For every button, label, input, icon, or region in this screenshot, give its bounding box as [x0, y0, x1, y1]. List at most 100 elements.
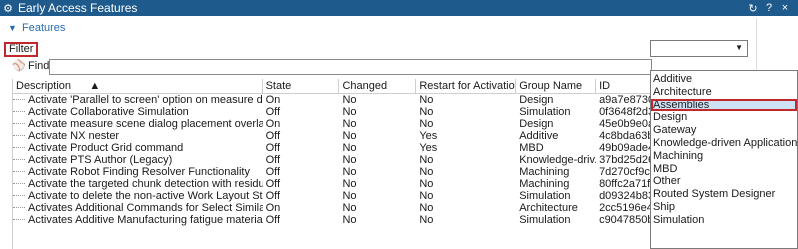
filter-label: Filter: [4, 42, 39, 57]
group-dropdown-list: Additive Architecture Assemblies Design …: [650, 70, 798, 249]
cell-text: Activates Additional Commands for Select…: [28, 202, 263, 214]
cell-state: Off: [265, 166, 281, 178]
cell-changed: No: [342, 202, 357, 214]
cell-group: MBD: [519, 142, 544, 154]
cell-description: Activates Additional Commands for Select…: [13, 202, 263, 214]
dropdown-option[interactable]: Gateway: [651, 124, 797, 137]
binoculars-icon: ⚾: [12, 60, 26, 72]
cell-description: Activate NX nester: [13, 130, 263, 142]
window-controls: ↻ ? ×: [748, 2, 790, 15]
cell-text: Activate the targeted chunk detection wi…: [28, 178, 263, 190]
table-row[interactable]: Activates Additive Manufacturing fatigue…: [13, 214, 652, 226]
table-row[interactable]: Activate Product Grid command Off No Yes MBD…: [13, 142, 652, 154]
cell-restart: No: [419, 190, 434, 202]
column-header-state[interactable]: State: [263, 79, 340, 93]
table-row[interactable]: Activates Additional Commands for Select…: [13, 202, 652, 214]
cell-restart: No: [419, 178, 434, 190]
table-row[interactable]: Activate 'Parallel to screen' option on …: [13, 94, 652, 106]
cell-changed: No: [342, 106, 357, 118]
column-header-group[interactable]: Group Name: [516, 79, 597, 93]
cell-state: Off: [265, 142, 281, 154]
cell-group: Machining: [519, 178, 570, 190]
table-header: Description ▲ State Changed Restart for …: [13, 79, 652, 94]
cell-state: Off: [265, 106, 281, 118]
cell-id: 37bd25d268: [599, 154, 652, 166]
features-table: Description ▲ State Changed Restart for …: [12, 79, 652, 249]
cell-id: c9047850b932: [599, 214, 652, 226]
cell-text: Activate Robot Finding Resolver Function…: [28, 166, 250, 178]
cell-group: Design: [519, 118, 554, 130]
cell-restart: No: [419, 94, 434, 106]
cell-description: Activate measure scene dialog placement …: [13, 118, 263, 130]
cell-state: On: [265, 202, 281, 214]
column-header-id[interactable]: ID: [596, 79, 652, 93]
table-row[interactable]: Activate the targeted chunk detection wi…: [13, 178, 652, 190]
tree-connector: [13, 94, 25, 100]
tree-connector: [13, 166, 25, 172]
dropdown-option[interactable]: Architecture: [651, 86, 797, 99]
tree-connector: [13, 190, 25, 196]
dropdown-option[interactable]: Knowledge-driven Applications: [651, 137, 797, 150]
cell-restart: Yes: [419, 130, 438, 142]
cell-changed: No: [342, 154, 357, 166]
table-row[interactable]: Activate PTS Author (Legacy) Off No No Knowl…: [13, 154, 652, 166]
dropdown-option[interactable]: Machining: [651, 150, 797, 163]
table-row[interactable]: Activate NX nester Off No Yes Additive 4c8bda…: [13, 130, 652, 142]
cell-group: Design: [519, 94, 554, 106]
group-filter-select[interactable]: ▼: [650, 40, 748, 57]
dropdown-option[interactable]: Routed System Designer: [651, 188, 797, 201]
dropdown-option[interactable]: Other: [651, 175, 797, 188]
table-row[interactable]: Activate to delete the non-active Work L…: [13, 190, 652, 202]
tree-connector: [13, 154, 25, 160]
cell-id: 45e0b9e0a65: [599, 118, 652, 130]
cell-text: Activate 'Parallel to screen' option on …: [28, 94, 263, 106]
table-body: Activate 'Parallel to screen' option on …: [13, 94, 652, 226]
cell-text: Activate Product Grid command: [28, 142, 184, 154]
cell-text: Activate NX nester: [28, 130, 120, 142]
tree-connector: [13, 130, 25, 136]
dropdown-option[interactable]: MBD: [651, 163, 797, 176]
cell-changed: No: [342, 214, 357, 226]
help-icon[interactable]: ?: [764, 2, 774, 15]
gear-icon: ⚙: [3, 2, 13, 15]
title-bar: ⚙ Early Access Features ↻ ? ×: [0, 0, 798, 16]
cell-text: Activate to delete the non-active Work L…: [28, 190, 263, 202]
cell-group: Machining: [519, 166, 570, 178]
cell-changed: No: [342, 178, 357, 190]
features-section-header[interactable]: ▼ Features: [0, 17, 798, 39]
table-row[interactable]: Activate measure scene dialog placement …: [13, 118, 652, 130]
cell-id: 49b09ade4d6: [599, 142, 652, 154]
column-header-description[interactable]: Description ▲: [13, 79, 263, 93]
cell-changed: No: [342, 130, 357, 142]
dropdown-option[interactable]: Design: [651, 111, 797, 124]
dropdown-option[interactable]: Simulation: [651, 214, 797, 227]
tree-connector: [13, 118, 25, 124]
table-row[interactable]: Activate Collaborative Simulation Off No No…: [13, 106, 652, 118]
cell-changed: No: [342, 94, 357, 106]
tree-connector: [13, 202, 25, 208]
dropdown-option-selected[interactable]: Assemblies: [651, 98, 797, 112]
dropdown-option[interactable]: Ship: [651, 201, 797, 214]
cell-description: Activate 'Parallel to screen' option on …: [13, 94, 263, 106]
cell-id: a9a7e87309: [599, 94, 652, 106]
cell-description: Activate to delete the non-active Work L…: [13, 190, 263, 202]
cell-description: Activate Robot Finding Resolver Function…: [13, 166, 263, 178]
column-header-changed[interactable]: Changed: [339, 79, 417, 93]
cell-description: Activate PTS Author (Legacy): [13, 154, 263, 166]
find-input[interactable]: [49, 59, 652, 75]
cell-state: Off: [265, 214, 281, 226]
find-label: Find: [28, 59, 50, 72]
dropdown-option[interactable]: Additive: [651, 73, 797, 86]
tree-connector: [13, 106, 25, 112]
close-icon[interactable]: ×: [780, 2, 790, 15]
cell-state: On: [265, 94, 281, 106]
cell-description: Activates Additive Manufacturing fatigue…: [13, 214, 263, 226]
chevron-down-icon: ▼: [8, 23, 17, 33]
cell-id: 0f3648f2d32a: [599, 106, 652, 118]
table-row[interactable]: Activate Robot Finding Resolver Function…: [13, 166, 652, 178]
column-header-restart[interactable]: Restart for Activation: [416, 79, 517, 93]
reset-icon[interactable]: ↻: [748, 2, 758, 15]
cell-changed: No: [342, 166, 357, 178]
cell-restart: No: [419, 154, 434, 166]
cell-id: 7d270cf9c01: [599, 166, 652, 178]
